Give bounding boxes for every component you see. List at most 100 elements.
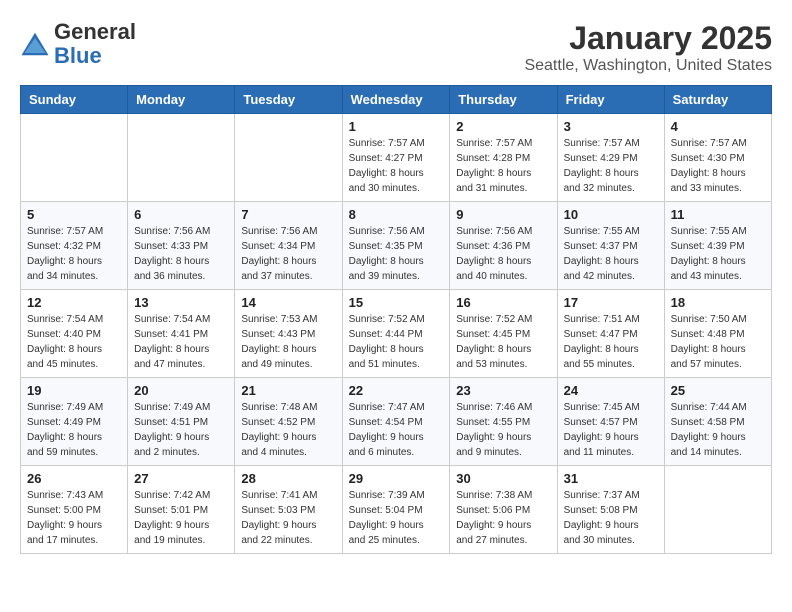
day-number: 2 <box>456 119 550 134</box>
day-number: 6 <box>134 207 228 222</box>
day-number: 8 <box>349 207 444 222</box>
day-info: Sunrise: 7:48 AM Sunset: 4:52 PM Dayligh… <box>241 400 335 460</box>
calendar-cell: 13Sunrise: 7:54 AM Sunset: 4:41 PM Dayli… <box>128 290 235 378</box>
calendar-cell: 4Sunrise: 7:57 AM Sunset: 4:30 PM Daylig… <box>664 114 771 202</box>
calendar-week-row: 19 Sunrise: 7:49 AM Sunset: 4:49 PM Dayli… <box>21 378 772 466</box>
day-info: Sunrise: 7:55 AM Sunset: 4:37 PM Dayligh… <box>564 224 658 284</box>
calendar-cell: 27 Sunrise: 7:42 AM Sunset: 5:01 PM Dayli… <box>128 466 235 554</box>
day-info: Sunrise: 7:57 AM Sunset: 4:27 PM Dayligh… <box>349 136 444 196</box>
day-number: 14 <box>241 295 335 310</box>
day-info: Sunrise: 7:50 AM Sunset: 4:48 PM Dayligh… <box>671 312 765 372</box>
day-info: Sunrise: 7:56 AM Sunset: 4:34 PM Dayligh… <box>241 224 335 284</box>
day-info: Sunrise: 7:56 AM Sunset: 4:35 PM Dayligh… <box>349 224 444 284</box>
calendar-cell: 11 Sunrise: 7:55 AM Sunset: 4:39 PM Dayli… <box>664 202 771 290</box>
day-info: Sunrise: 7:55 AM Sunset: 4:39 PM Dayligh… <box>671 224 765 284</box>
calendar-cell <box>235 114 342 202</box>
day-info: Sunrise: 7:49 AM Sunset: 4:51 PM Dayligh… <box>134 400 228 460</box>
day-info: Sunrise: 7:57 AM Sunset: 4:30 PM Dayligh… <box>671 136 765 196</box>
day-info: Sunrise: 7:47 AM Sunset: 4:54 PM Dayligh… <box>349 400 444 460</box>
day-info: Sunrise: 7:57 AM Sunset: 4:29 PM Dayligh… <box>564 136 658 196</box>
weekday-header-saturday: Saturday <box>664 86 771 114</box>
calendar-cell: 31 Sunrise: 7:37 AM Sunset: 5:08 PM Dayli… <box>557 466 664 554</box>
calendar-cell: 24Sunrise: 7:45 AM Sunset: 4:57 PM Dayli… <box>557 378 664 466</box>
calendar-cell: 3Sunrise: 7:57 AM Sunset: 4:29 PM Daylig… <box>557 114 664 202</box>
day-number: 20 <box>134 383 228 398</box>
day-number: 7 <box>241 207 335 222</box>
logo-icon <box>20 29 50 59</box>
calendar-cell: 28 Sunrise: 7:41 AM Sunset: 5:03 PM Dayli… <box>235 466 342 554</box>
calendar-week-row: 26Sunrise: 7:43 AM Sunset: 5:00 PM Dayli… <box>21 466 772 554</box>
day-number: 24 <box>564 383 658 398</box>
calendar-cell: 19 Sunrise: 7:49 AM Sunset: 4:49 PM Dayli… <box>21 378 128 466</box>
day-number: 18 <box>671 295 765 310</box>
calendar-week-row: 12 Sunrise: 7:54 AM Sunset: 4:40 PM Dayli… <box>21 290 772 378</box>
calendar-cell: 20 Sunrise: 7:49 AM Sunset: 4:51 PM Dayli… <box>128 378 235 466</box>
day-number: 17 <box>564 295 658 310</box>
day-number: 16 <box>456 295 550 310</box>
weekday-header-sunday: Sunday <box>21 86 128 114</box>
calendar-cell: 29Sunrise: 7:39 AM Sunset: 5:04 PM Dayli… <box>342 466 450 554</box>
day-number: 1 <box>349 119 444 134</box>
day-info: Sunrise: 7:41 AM Sunset: 5:03 PM Dayligh… <box>241 488 335 548</box>
weekday-header-friday: Friday <box>557 86 664 114</box>
day-info: Sunrise: 7:46 AM Sunset: 4:55 PM Dayligh… <box>456 400 550 460</box>
day-number: 28 <box>241 471 335 486</box>
title-block: January 2025 Seattle, Washington, United… <box>524 20 772 75</box>
calendar-table: SundayMondayTuesdayWednesdayThursdayFrid… <box>20 85 772 554</box>
calendar-cell: 25Sunrise: 7:44 AM Sunset: 4:58 PM Dayli… <box>664 378 771 466</box>
calendar-cell: 14 Sunrise: 7:53 AM Sunset: 4:43 PM Dayli… <box>235 290 342 378</box>
day-number: 29 <box>349 471 444 486</box>
day-info: Sunrise: 7:42 AM Sunset: 5:01 PM Dayligh… <box>134 488 228 548</box>
day-info: Sunrise: 7:56 AM Sunset: 4:36 PM Dayligh… <box>456 224 550 284</box>
calendar-cell <box>128 114 235 202</box>
logo-general: General <box>54 19 136 44</box>
day-info: Sunrise: 7:57 AM Sunset: 4:32 PM Dayligh… <box>27 224 121 284</box>
calendar-cell: 21 Sunrise: 7:48 AM Sunset: 4:52 PM Dayli… <box>235 378 342 466</box>
day-info: Sunrise: 7:51 AM Sunset: 4:47 PM Dayligh… <box>564 312 658 372</box>
day-number: 23 <box>456 383 550 398</box>
day-info: Sunrise: 7:43 AM Sunset: 5:00 PM Dayligh… <box>27 488 121 548</box>
day-number: 11 <box>671 207 765 222</box>
calendar-cell: 30Sunrise: 7:38 AM Sunset: 5:06 PM Dayli… <box>450 466 557 554</box>
calendar-cell: 15 Sunrise: 7:52 AM Sunset: 4:44 PM Dayli… <box>342 290 450 378</box>
day-info: Sunrise: 7:52 AM Sunset: 4:44 PM Dayligh… <box>349 312 444 372</box>
page-header: General Blue January 2025 Seattle, Washi… <box>20 20 772 75</box>
calendar-cell: 22 Sunrise: 7:47 AM Sunset: 4:54 PM Dayli… <box>342 378 450 466</box>
day-number: 12 <box>27 295 121 310</box>
calendar-cell: 12 Sunrise: 7:54 AM Sunset: 4:40 PM Dayli… <box>21 290 128 378</box>
day-number: 21 <box>241 383 335 398</box>
day-info: Sunrise: 7:44 AM Sunset: 4:58 PM Dayligh… <box>671 400 765 460</box>
day-info: Sunrise: 7:37 AM Sunset: 5:08 PM Dayligh… <box>564 488 658 548</box>
day-number: 27 <box>134 471 228 486</box>
day-info: Sunrise: 7:54 AM Sunset: 4:40 PM Dayligh… <box>27 312 121 372</box>
location-title: Seattle, Washington, United States <box>524 57 772 75</box>
day-info: Sunrise: 7:56 AM Sunset: 4:33 PM Dayligh… <box>134 224 228 284</box>
day-number: 19 <box>27 383 121 398</box>
calendar-cell: 23 Sunrise: 7:46 AM Sunset: 4:55 PM Dayli… <box>450 378 557 466</box>
calendar-cell: 1 Sunrise: 7:57 AM Sunset: 4:27 PM Daylig… <box>342 114 450 202</box>
calendar-cell: 18 Sunrise: 7:50 AM Sunset: 4:48 PM Dayli… <box>664 290 771 378</box>
day-number: 5 <box>27 207 121 222</box>
day-info: Sunrise: 7:53 AM Sunset: 4:43 PM Dayligh… <box>241 312 335 372</box>
day-number: 22 <box>349 383 444 398</box>
calendar-week-row: 5 Sunrise: 7:57 AM Sunset: 4:32 PM Daylig… <box>21 202 772 290</box>
calendar-week-row: 1 Sunrise: 7:57 AM Sunset: 4:27 PM Daylig… <box>21 114 772 202</box>
weekday-header-monday: Monday <box>128 86 235 114</box>
day-number: 31 <box>564 471 658 486</box>
calendar-cell: 5 Sunrise: 7:57 AM Sunset: 4:32 PM Daylig… <box>21 202 128 290</box>
calendar-cell: 26Sunrise: 7:43 AM Sunset: 5:00 PM Dayli… <box>21 466 128 554</box>
month-title: January 2025 <box>524 20 772 57</box>
day-number: 9 <box>456 207 550 222</box>
calendar-cell: 2 Sunrise: 7:57 AM Sunset: 4:28 PM Daylig… <box>450 114 557 202</box>
calendar-cell <box>664 466 771 554</box>
logo: General Blue <box>20 20 136 68</box>
calendar-cell: 6 Sunrise: 7:56 AM Sunset: 4:33 PM Daylig… <box>128 202 235 290</box>
calendar-cell: 17 Sunrise: 7:51 AM Sunset: 4:47 PM Dayli… <box>557 290 664 378</box>
day-number: 30 <box>456 471 550 486</box>
day-number: 13 <box>134 295 228 310</box>
calendar-cell: 10Sunrise: 7:55 AM Sunset: 4:37 PM Dayli… <box>557 202 664 290</box>
day-number: 15 <box>349 295 444 310</box>
logo-blue: Blue <box>54 43 102 68</box>
day-info: Sunrise: 7:49 AM Sunset: 4:49 PM Dayligh… <box>27 400 121 460</box>
day-info: Sunrise: 7:57 AM Sunset: 4:28 PM Dayligh… <box>456 136 550 196</box>
